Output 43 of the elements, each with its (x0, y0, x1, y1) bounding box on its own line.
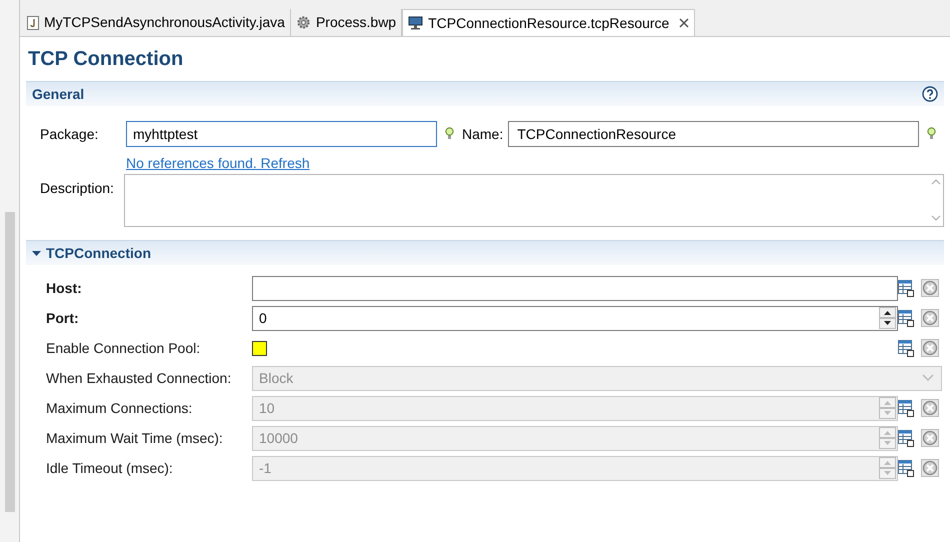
table-icon[interactable] (898, 430, 915, 446)
clear-icon[interactable] (921, 429, 939, 447)
spinner-arrows-icon[interactable] (879, 307, 896, 329)
field-label: Idle Timeout (msec): (46, 458, 174, 478)
java-file-icon (27, 16, 39, 30)
field-label: Maximum Wait Time (msec): (46, 428, 224, 448)
field-label: Description: (40, 179, 115, 198)
page-title: TCP Connection (27, 47, 184, 72)
field-label: Enable Connection Pool: (46, 338, 202, 358)
gear-icon (296, 15, 311, 30)
chevron-down-icon (921, 373, 935, 383)
clear-icon[interactable] (921, 459, 939, 477)
section-title: TCPConnection (46, 244, 151, 262)
collapse-triangle-icon[interactable] (32, 248, 41, 258)
table-icon[interactable] (898, 460, 915, 476)
section-title: General (32, 84, 86, 104)
field-label: Port: (46, 308, 80, 328)
clear-icon[interactable] (921, 339, 939, 357)
table-icon[interactable] (898, 280, 915, 296)
package-input[interactable]: myhttptest (126, 121, 437, 147)
lightbulb-icon (927, 127, 936, 141)
host-input[interactable] (252, 276, 898, 300)
field-label: Package: (40, 124, 100, 144)
close-icon[interactable] (679, 18, 690, 28)
clear-icon[interactable] (921, 279, 939, 297)
scrollbar[interactable] (4, 212, 14, 512)
field-label: Maximum Connections: (46, 398, 194, 418)
refresh-link[interactable]: No references found. Refresh (126, 155, 310, 171)
field-label: Host: (46, 278, 83, 298)
editor-tab[interactable]: TCPConnectionResource.tcpResource (402, 9, 696, 36)
monitor-icon (408, 16, 424, 30)
field-label: When Exhausted Connection: (46, 368, 232, 388)
table-icon[interactable] (898, 400, 915, 416)
help-icon[interactable] (922, 86, 938, 102)
number-spinner[interactable]: 0 (252, 306, 898, 330)
name-input[interactable]: TCPConnectionResource (508, 121, 919, 147)
lightbulb-icon (445, 127, 454, 141)
checkbox[interactable] (252, 340, 267, 356)
field-label: Name: (462, 124, 504, 144)
table-icon[interactable] (898, 310, 915, 326)
clear-icon[interactable] (921, 309, 939, 327)
table-icon[interactable] (898, 340, 915, 356)
clear-icon[interactable] (921, 399, 939, 417)
